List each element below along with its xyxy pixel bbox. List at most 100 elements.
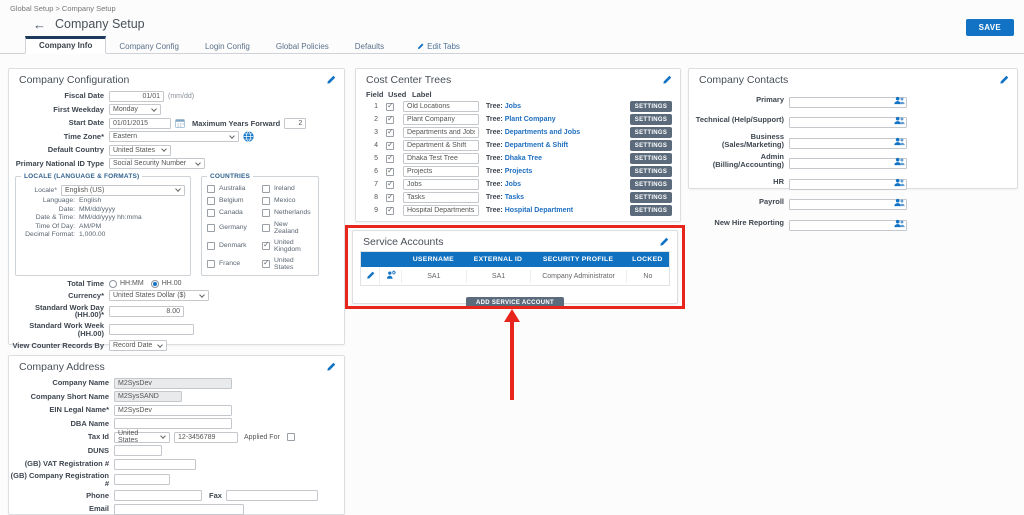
label-input[interactable] — [403, 153, 479, 164]
duns-input[interactable] — [114, 445, 162, 456]
edit-icon[interactable] — [326, 362, 336, 372]
contact-input[interactable] — [789, 158, 907, 169]
people-picker-icon[interactable] — [894, 215, 905, 233]
back-arrow-icon[interactable]: ← — [33, 18, 46, 31]
country-option[interactable]: Germany — [207, 221, 258, 235]
settings-button[interactable]: SETTINGS — [630, 127, 672, 138]
checkbox[interactable] — [262, 242, 270, 250]
tax-country-select[interactable]: United States — [114, 432, 170, 443]
checkbox[interactable] — [207, 242, 215, 250]
settings-button[interactable]: SETTINGS — [630, 166, 672, 177]
checkbox[interactable] — [207, 260, 215, 268]
tree-link[interactable]: Jobs — [505, 181, 521, 188]
country-option[interactable]: Canada — [207, 209, 258, 217]
settings-button[interactable]: SETTINGS — [630, 114, 672, 125]
add-service-account-button[interactable]: ADD SERVICE ACCOUNT — [466, 297, 564, 309]
tab-company-config[interactable]: Company Config — [106, 39, 192, 54]
used-checkbox[interactable] — [386, 116, 394, 124]
label-input[interactable] — [403, 192, 479, 203]
edit-icon[interactable] — [662, 75, 672, 85]
edit-icon[interactable] — [659, 237, 669, 247]
contact-input[interactable] — [789, 199, 907, 210]
people-picker-icon[interactable] — [894, 194, 905, 212]
contact-input[interactable] — [789, 220, 907, 231]
edit-icon[interactable] — [326, 75, 336, 85]
used-checkbox[interactable] — [386, 194, 394, 202]
used-checkbox[interactable] — [386, 142, 394, 150]
fiscal-date-input[interactable] — [109, 91, 164, 102]
ein-legal-name-input[interactable] — [114, 405, 232, 416]
used-checkbox[interactable] — [386, 181, 394, 189]
label-input[interactable] — [403, 140, 479, 151]
applied-for-checkbox[interactable] — [287, 433, 295, 441]
label-input[interactable] — [403, 127, 479, 138]
tree-link[interactable]: Plant Company — [505, 116, 556, 123]
tab-company-info[interactable]: Company Info — [25, 36, 106, 54]
currency-select[interactable]: United States Dollar ($) — [109, 290, 209, 301]
people-picker-icon[interactable] — [894, 133, 905, 151]
national-id-select[interactable]: Social Security Number — [109, 158, 205, 169]
checkbox[interactable] — [207, 224, 215, 232]
first-weekday-select[interactable]: Monday — [109, 104, 161, 115]
contact-input[interactable] — [789, 97, 907, 108]
locale-select[interactable]: English (US) — [61, 185, 185, 196]
country-option[interactable]: Denmark — [207, 239, 258, 253]
label-input[interactable] — [403, 114, 479, 125]
people-picker-icon[interactable] — [894, 174, 905, 192]
used-checkbox[interactable] — [386, 155, 394, 163]
contact-input[interactable] — [789, 138, 907, 149]
label-input[interactable] — [403, 205, 479, 216]
checkbox[interactable] — [262, 224, 270, 232]
tab-defaults[interactable]: Defaults — [342, 39, 397, 54]
radio-hh00[interactable] — [151, 280, 159, 288]
view-counter-select[interactable]: Record Date — [109, 340, 167, 351]
checkbox[interactable] — [207, 185, 215, 193]
label-input[interactable] — [403, 166, 479, 177]
checkbox[interactable] — [262, 260, 270, 268]
people-picker-icon[interactable] — [894, 92, 905, 110]
country-option[interactable]: Netherlands — [262, 209, 313, 217]
user-gear-icon[interactable] — [379, 267, 401, 285]
country-option[interactable]: New Zealand — [262, 221, 313, 235]
used-checkbox[interactable] — [386, 168, 394, 176]
checkbox[interactable] — [262, 197, 270, 205]
tax-id-input[interactable] — [174, 432, 238, 443]
checkbox[interactable] — [207, 209, 215, 217]
settings-button[interactable]: SETTINGS — [630, 179, 672, 190]
tree-link[interactable]: Hospital Department — [505, 207, 573, 214]
edit-account-icon[interactable] — [361, 268, 379, 285]
settings-button[interactable]: SETTINGS — [630, 140, 672, 151]
tree-link[interactable]: Tasks — [505, 194, 524, 201]
checkbox[interactable] — [262, 185, 270, 193]
calendar-icon[interactable] — [175, 118, 185, 128]
start-date-input[interactable] — [109, 118, 171, 129]
radio-hhmm[interactable] — [109, 280, 117, 288]
country-option[interactable]: Ireland — [262, 185, 313, 193]
tree-link[interactable]: Dhaka Tree — [505, 155, 542, 162]
label-input[interactable] — [403, 101, 479, 112]
edit-tabs-button[interactable]: Edit Tabs — [411, 39, 466, 54]
dba-name-input[interactable] — [114, 418, 232, 429]
tab-global-policies[interactable]: Global Policies — [263, 39, 342, 54]
max-years-input[interactable] — [284, 118, 306, 129]
company-registration-input[interactable] — [114, 474, 170, 485]
tree-link[interactable]: Department & Shift — [505, 142, 568, 149]
contact-input[interactable] — [789, 117, 907, 128]
time-zone-select[interactable]: Eastern — [109, 131, 239, 142]
people-picker-icon[interactable] — [894, 153, 905, 171]
vat-registration-input[interactable] — [114, 459, 196, 470]
tab-login-config[interactable]: Login Config — [192, 39, 263, 54]
breadcrumb[interactable]: Global Setup > Company Setup — [10, 4, 116, 13]
tree-link[interactable]: Projects — [505, 168, 533, 175]
country-option[interactable]: United Kingdom — [262, 239, 313, 253]
used-checkbox[interactable] — [386, 207, 394, 215]
checkbox[interactable] — [207, 197, 215, 205]
email-input[interactable] — [114, 504, 244, 515]
save-button[interactable]: SAVE — [966, 19, 1014, 36]
used-checkbox[interactable] — [386, 103, 394, 111]
settings-button[interactable]: SETTINGS — [630, 101, 672, 112]
people-picker-icon[interactable] — [894, 112, 905, 130]
settings-button[interactable]: SETTINGS — [630, 192, 672, 203]
country-option[interactable]: France — [207, 257, 258, 271]
checkbox[interactable] — [262, 209, 270, 217]
